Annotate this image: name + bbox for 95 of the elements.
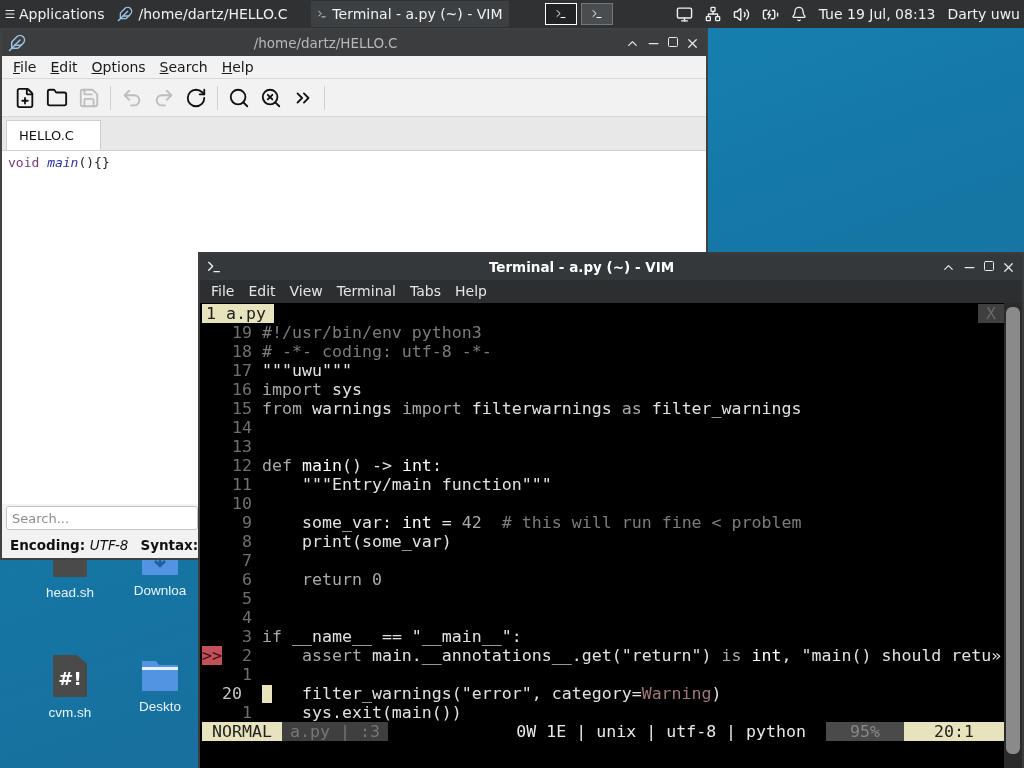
line-number: 18 [231, 342, 252, 361]
line-number: 11 [231, 475, 252, 494]
save-icon [78, 86, 100, 109]
line-number: 20 [222, 684, 243, 703]
code-line: filter_warnings("error", category=Warning) [252, 684, 722, 703]
desktop-icon-label[interactable]: head.sh [45, 585, 94, 600]
line-number: 6 [241, 570, 252, 589]
menu-item[interactable]: Terminal [331, 283, 401, 299]
code-line: return 0 [300, 570, 382, 589]
search-icon [228, 86, 250, 109]
status-position: 20:1 [904, 722, 1004, 741]
line-number: 4 [241, 608, 252, 627]
error-sign: >> [202, 646, 222, 665]
menu-item[interactable]: File [206, 283, 240, 299]
line-number: 3 [241, 627, 252, 646]
code-line: print(some_var) [300, 532, 452, 551]
menu-icon [4, 8, 16, 20]
status-info: 0W 1E | unix | utf-8 | python [515, 722, 808, 741]
status-text: Encoding: UTF-8 [10, 537, 129, 553]
status-percent: 95% [826, 722, 905, 741]
code-line: from warnings import filterwarnings as filter_warnings [261, 399, 802, 418]
volume-icon[interactable] [732, 5, 750, 23]
search-field[interactable]: Search... [6, 506, 198, 530]
desktop-icon-label[interactable]: Deskto [139, 699, 181, 714]
editor-tab[interactable]: HELLO.C [6, 120, 101, 150]
terminal-icon [554, 8, 567, 20]
code-line: """uwu""" [261, 361, 352, 380]
line-number: 10 [231, 494, 252, 513]
line-number: 8 [241, 532, 252, 551]
code-line: if __name__ == "__main__": [261, 627, 522, 646]
feather-icon [8, 34, 26, 52]
menu-item[interactable]: Help [450, 283, 492, 299]
code-line: import sys [261, 380, 362, 399]
user-name[interactable]: Darty uwu [947, 6, 1020, 22]
terminal-icon [206, 259, 222, 275]
restore-icon[interactable] [983, 259, 995, 272]
menu-item[interactable]: Edit [45, 59, 83, 75]
line-number: 9 [241, 513, 252, 532]
code-line: def main() -> int: [261, 456, 442, 475]
restore-icon[interactable] [667, 35, 679, 48]
menu-item[interactable]: Options [86, 59, 151, 75]
line-number: 2 [241, 646, 252, 665]
terminal-icon [590, 8, 603, 20]
line-number: 1 [241, 665, 252, 684]
line-number: 1 [241, 703, 252, 722]
taskbar-button[interactable]: Terminal - a.py (~) - VIM [310, 1, 509, 27]
code-line: assert main.__annotations__.get("return") is int, "main() should retu» [300, 646, 1002, 665]
new-file-icon [14, 86, 36, 109]
feather-icon [116, 6, 133, 22]
window-title: /home/dartz/HELLO.C [252, 35, 399, 51]
code-line: some_var: int = 42 # this will run fine < problem [300, 513, 802, 532]
line-number: 17 [231, 361, 252, 380]
mode-indicator: NORMAL [202, 722, 282, 741]
menu-item[interactable]: Tabs [405, 283, 446, 299]
desktop-icon-label[interactable]: cvm.sh [48, 705, 92, 720]
clock[interactable]: Tue 19 Jul, 08:13 [818, 6, 936, 22]
applications-menu[interactable]: Applications [0, 0, 109, 28]
reload-icon [185, 86, 207, 109]
search-button[interactable] [228, 86, 250, 109]
line-number: 14 [231, 418, 252, 437]
search-cross-button[interactable] [260, 86, 282, 109]
line-number: 5 [241, 589, 252, 608]
bell-icon[interactable] [790, 6, 807, 22]
menu-item[interactable]: Search [154, 59, 213, 75]
line-number: 7 [241, 551, 252, 570]
new-file-button[interactable] [14, 86, 36, 109]
scrollbar[interactable] [1004, 303, 1022, 768]
line-number: 12 [231, 456, 252, 475]
code-line: """Entry/main function""" [300, 475, 552, 494]
line-number: 15 [231, 399, 252, 418]
network-icon[interactable] [704, 6, 721, 22]
status-file: a.py | :3 [281, 722, 388, 741]
status-text: Syntax: [140, 537, 199, 553]
line-number: 19 [231, 323, 252, 342]
window-title: Terminal - a.py (~) - VIM [487, 259, 676, 275]
monitor-icon[interactable] [675, 5, 693, 23]
vim-tab[interactable]: 1 a.py [202, 303, 274, 323]
folder-icon [142, 661, 178, 691]
menu-item[interactable]: View [284, 283, 328, 299]
code-line: void main(){} [8, 155, 111, 170]
script-file-icon: #! [53, 655, 87, 697]
desktop-icon-label[interactable]: Downloa [133, 583, 187, 598]
code-line: sys.exit(main()) [300, 703, 462, 722]
workspace-switcher[interactable] [580, 3, 613, 25]
line-number: 13 [231, 437, 252, 456]
folder-icon [46, 86, 68, 109]
menu-item[interactable]: Edit [243, 283, 281, 299]
line-number: 16 [231, 380, 252, 399]
code-line: # -*- coding: utf-8 -*- [261, 342, 492, 361]
reload-button[interactable] [185, 86, 207, 109]
menu-item[interactable]: Help [216, 59, 259, 75]
folder-button[interactable] [46, 86, 68, 109]
search-cross-icon [260, 86, 282, 109]
menu-item[interactable]: File [8, 59, 42, 75]
code-line: #!/usr/bin/env python3 [261, 323, 482, 342]
